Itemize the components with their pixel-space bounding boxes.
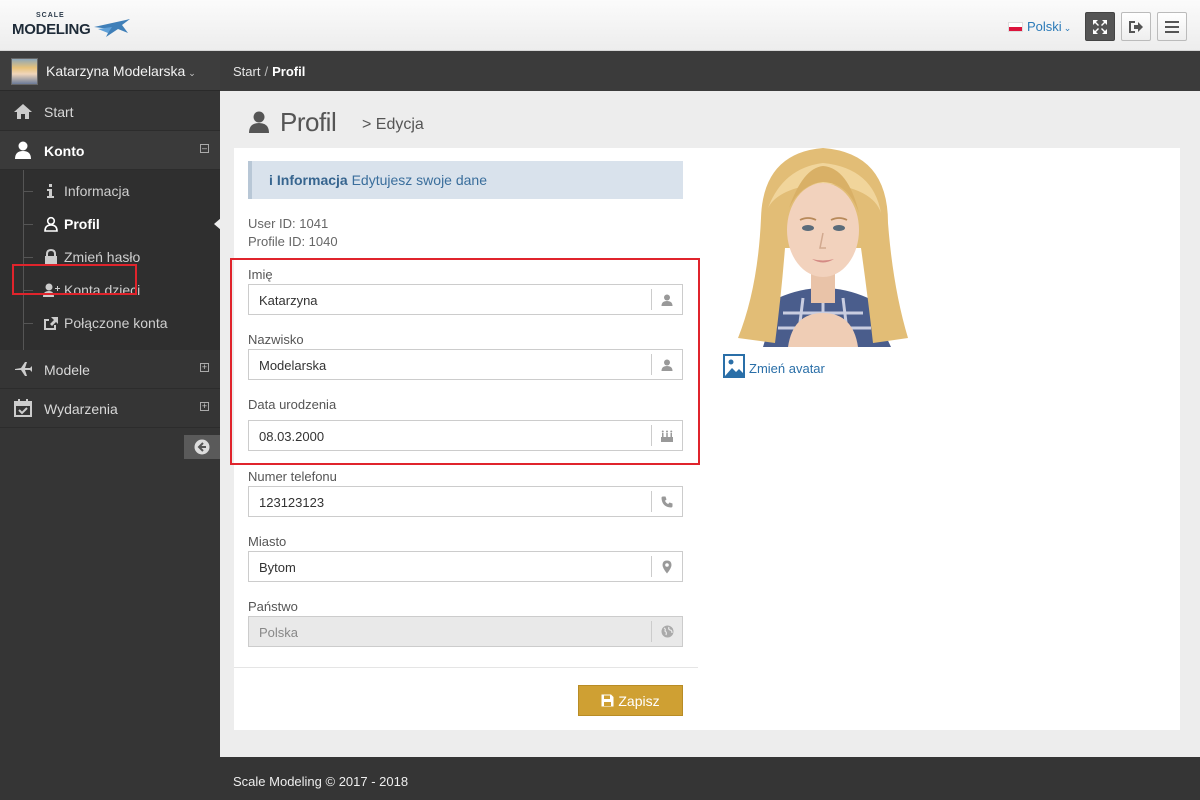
fullscreen-button[interactable] [1085, 12, 1115, 41]
sidebar-item-wydarzenia[interactable]: Wydarzenia + [0, 389, 220, 428]
sidebar-item-label: Konto [44, 143, 85, 159]
profile-avatar-photo [723, 148, 923, 347]
phone-field[interactable]: 123123123 [248, 486, 683, 517]
breadcrumb-separator: / [264, 64, 269, 79]
info-icon [47, 184, 54, 198]
poland-flag-icon [1008, 22, 1023, 32]
city-field[interactable]: Bytom [248, 551, 683, 582]
chevron-down-icon: ⌄ [188, 68, 196, 78]
profile-id: Profile ID: 1040 [248, 234, 338, 249]
scale-modeling-logo[interactable]: SCALE MODELING [12, 12, 130, 42]
user-id: User ID: 1041 [248, 216, 329, 231]
country-field: Polska [248, 616, 683, 647]
globe-icon [661, 625, 673, 638]
sidebar-item-label: Wydarzenia [44, 401, 118, 417]
expand-plus-icon[interactable]: + [200, 363, 209, 372]
sidebar-item-label: Zmień hasło [64, 249, 141, 265]
chevron-down-icon: ⌄ [1063, 23, 1072, 33]
sidebar-item-label: Start [44, 104, 74, 120]
info-heading: Informacja [276, 172, 348, 188]
form-divider [234, 667, 698, 668]
top-bar: SCALE MODELING Polski ⌄ [0, 0, 1200, 51]
expand-icon [1093, 19, 1107, 34]
footer-copyright: Scale Modeling © 2017 - 2018 [233, 774, 409, 789]
share-icon [44, 317, 58, 330]
city-value: Bytom [259, 560, 296, 575]
phone-icon [661, 496, 673, 507]
home-icon [14, 104, 32, 119]
calendar-check-icon [14, 399, 32, 417]
airplane-icon [15, 362, 32, 376]
sidebar-item-informacja[interactable]: Informacja [0, 176, 220, 206]
sidebar-item-profil[interactable]: Profil [0, 209, 221, 239]
info-icon: i [269, 172, 273, 188]
change-avatar-label: Zmień avatar [749, 361, 825, 376]
phone-value: 123123123 [259, 495, 325, 510]
sidebar: Katarzyna Modelarska ⌄ Start Konto – Info… [0, 51, 221, 800]
user-name: Katarzyna Modelarska [46, 63, 186, 79]
logo-big-text: MODELING [12, 21, 91, 38]
user-icon [249, 111, 269, 133]
breadcrumb-start[interactable]: Start [233, 64, 260, 79]
info-alert: i Informacja Edytujesz swoje dane [248, 161, 683, 199]
menu-toggle-button[interactable] [1157, 12, 1187, 41]
avatar-card: Zmień avatar [698, 148, 1180, 730]
phone-label: Numer telefonu [248, 469, 337, 484]
sign-out-icon [1129, 20, 1143, 33]
logout-button[interactable] [1121, 12, 1151, 41]
sidebar-item-polaczone-konta[interactable]: Połączone konta [0, 308, 220, 338]
floppy-disk-icon [601, 694, 614, 707]
user-menu[interactable]: Katarzyna Modelarska ⌄ [0, 51, 220, 91]
sidebar-item-label: Profil [64, 216, 100, 232]
breadcrumb-current: Profil [272, 64, 306, 79]
sidebar-collapse-button[interactable] [184, 435, 220, 459]
sidebar-item-konto[interactable]: Konto – [0, 131, 220, 170]
language-selector[interactable]: Polski ⌄ [1008, 19, 1071, 34]
country-label: Państwo [248, 599, 298, 614]
breadcrumb: Start / Profil [233, 64, 305, 79]
sidebar-item-label: Modele [44, 362, 90, 378]
expand-plus-icon[interactable]: + [200, 402, 209, 411]
country-value: Polska [259, 625, 299, 640]
picture-icon [723, 354, 745, 378]
logo-small-text: SCALE [36, 12, 65, 19]
arrow-circle-left-icon [194, 439, 210, 455]
highlight-box-form-fields [230, 258, 700, 465]
info-text: Edytujesz swoje dane [351, 172, 488, 188]
lock-icon [45, 249, 57, 264]
user-outline-icon [44, 216, 58, 232]
highlight-box-profil [12, 264, 137, 295]
sidebar-menu: Start Konto – Informacja Profil Zmień ha… [0, 92, 221, 428]
user-avatar-thumbnail [11, 58, 38, 85]
airplane-logo-icon [94, 19, 130, 37]
language-label: Polski [1027, 19, 1062, 34]
sidebar-item-label: Informacja [64, 183, 130, 199]
save-button[interactable]: Zapisz [578, 685, 683, 716]
sidebar-item-label: Połączone konta [64, 315, 168, 331]
map-marker-icon [662, 560, 672, 573]
collapse-minus-icon[interactable]: – [200, 144, 209, 153]
konto-submenu: Informacja Profil Zmień hasło Konta dzie… [0, 170, 221, 350]
city-label: Miasto [248, 534, 287, 549]
change-avatar-link[interactable]: Zmień avatar [723, 354, 825, 378]
user-icon [15, 141, 31, 159]
sidebar-item-start[interactable]: Start [0, 92, 220, 131]
page-subtitle: > Edycja [362, 116, 424, 133]
account-ids: User ID: 1041 Profile ID: 1040 [248, 215, 338, 251]
sidebar-item-modele[interactable]: Modele + [0, 350, 220, 389]
page-title-text: Profil [280, 107, 337, 137]
footer: Scale Modeling © 2017 - 2018 [220, 757, 1200, 800]
hamburger-icon [1165, 20, 1179, 33]
breadcrumb-bar: Start / Profil [220, 51, 1200, 91]
save-button-label: Zapisz [618, 692, 660, 709]
